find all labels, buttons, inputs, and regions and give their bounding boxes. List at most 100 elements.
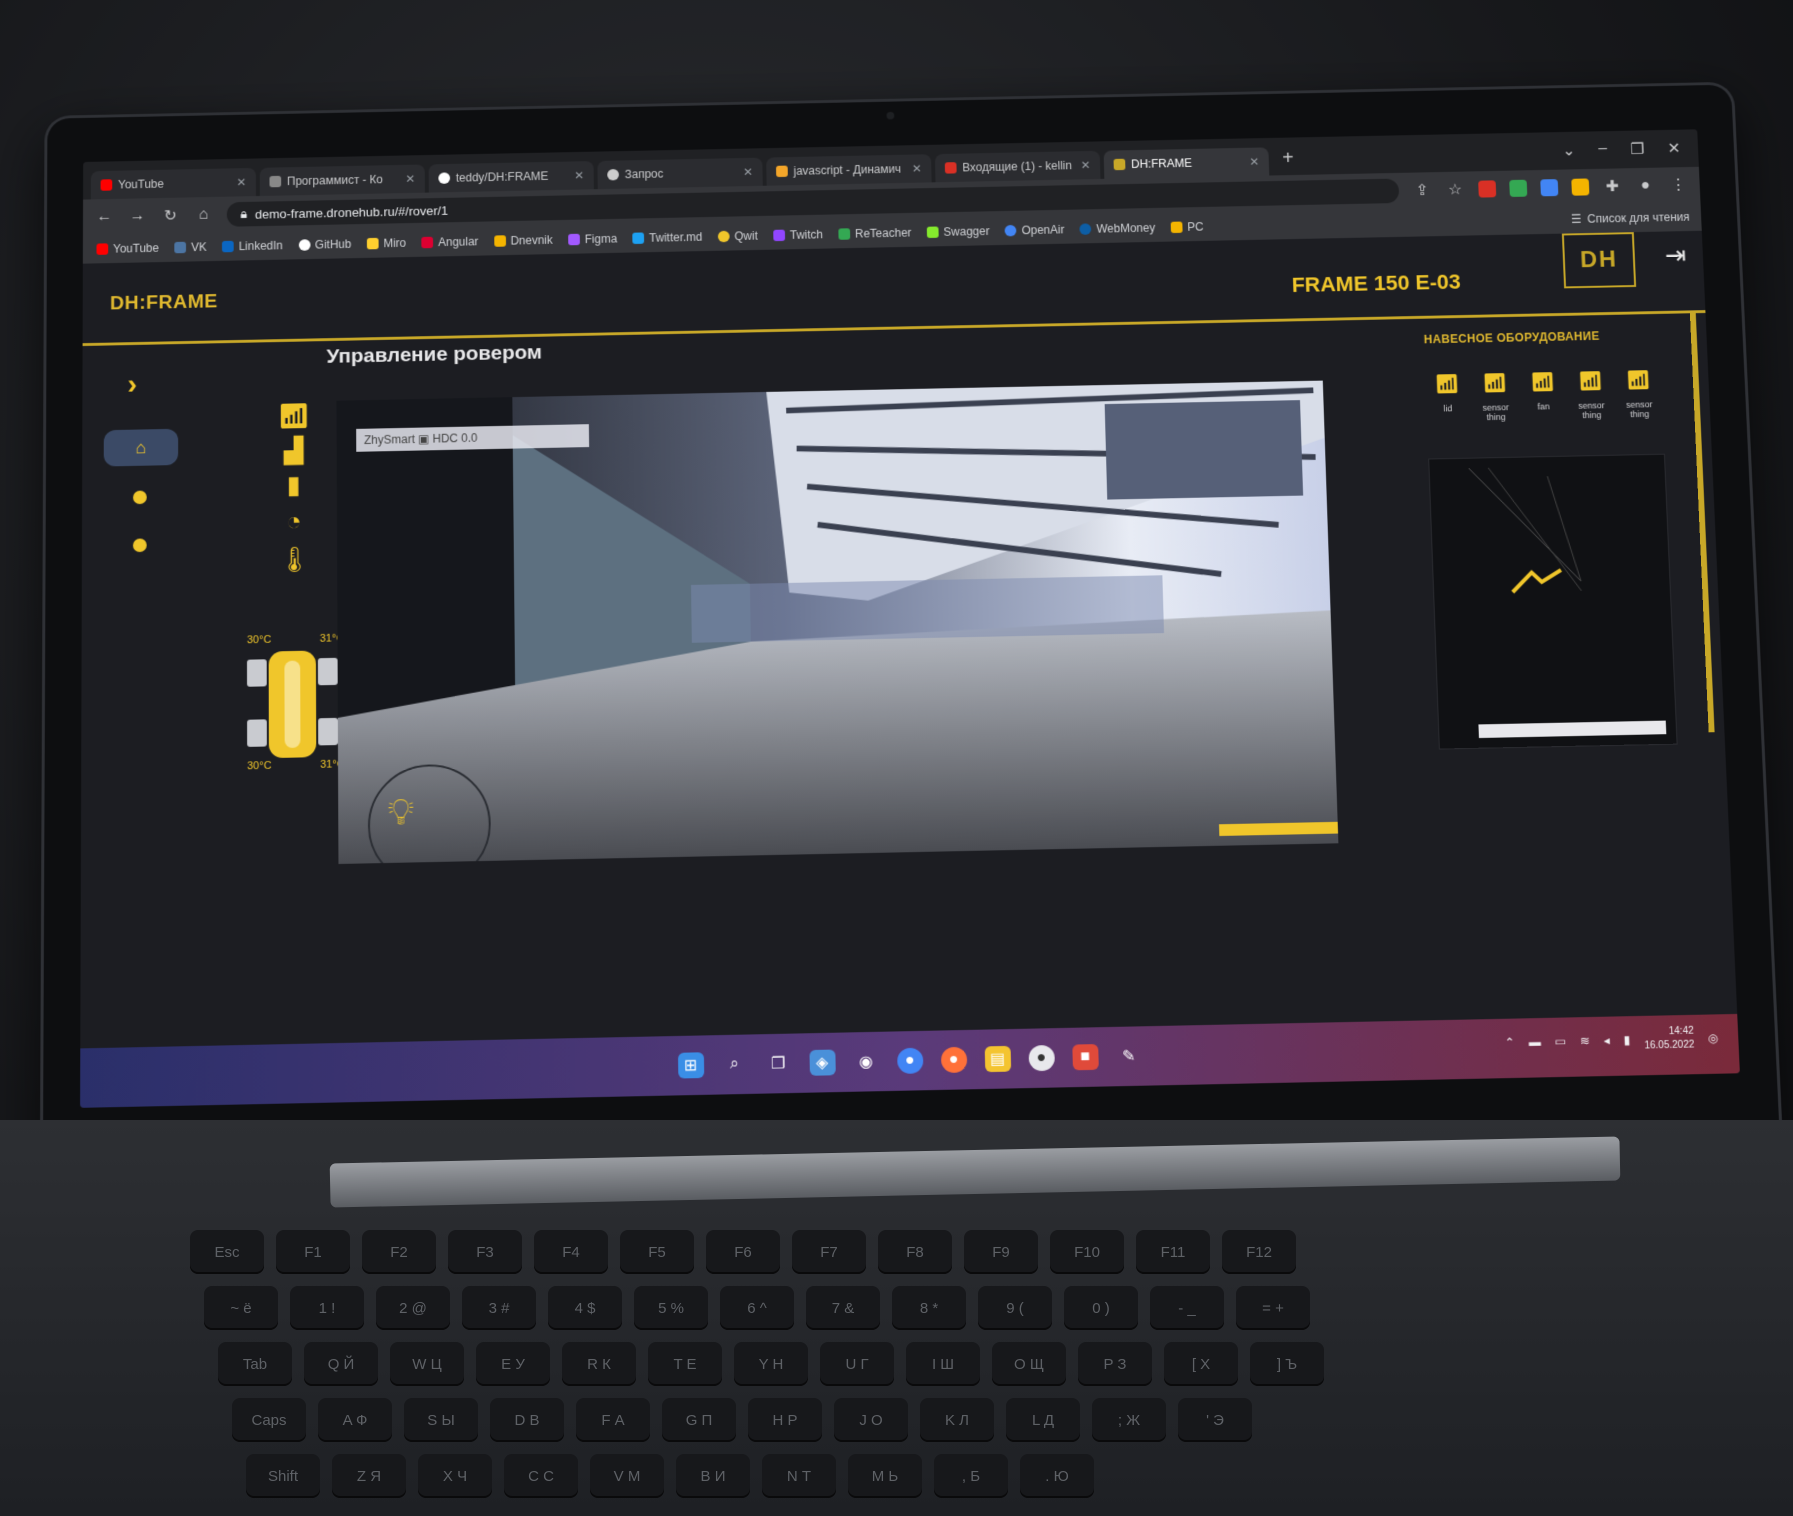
reload-icon[interactable]: ↻	[161, 206, 180, 225]
app-icon[interactable]: ■	[1071, 1044, 1099, 1071]
extensions-puzzle-icon[interactable]: ✚	[1602, 177, 1622, 196]
keyboard-key[interactable]: F8	[878, 1230, 952, 1274]
keyboard-key[interactable]: F А	[576, 1398, 650, 1442]
extension-icon[interactable]	[1571, 178, 1590, 196]
bookmark-qwit[interactable]: Qwit	[717, 229, 758, 243]
home-icon[interactable]: ⌂	[194, 206, 213, 223]
keyboard-key[interactable]: , Б	[934, 1454, 1008, 1498]
close-icon[interactable]: ✕	[236, 176, 246, 189]
keyboard-key[interactable]: A Ф	[318, 1398, 392, 1442]
keyboard-key[interactable]: 0 )	[1064, 1286, 1138, 1330]
keyboard-key[interactable]: I Ш	[906, 1342, 980, 1386]
bookmark-youtube[interactable]: YouTube	[96, 241, 159, 256]
network-icon[interactable]: ▬	[1528, 1035, 1540, 1049]
language-icon[interactable]: ▭	[1554, 1034, 1566, 1048]
keyboard-key[interactable]: C С	[504, 1454, 578, 1498]
tab-youtube[interactable]: YouTube ✕	[90, 167, 256, 200]
keyboard-key[interactable]: F6	[706, 1230, 780, 1274]
close-icon[interactable]: ✕	[743, 165, 753, 178]
keyboard-key[interactable]: T Е	[648, 1342, 722, 1386]
keyboard-key[interactable]: N Т	[762, 1454, 836, 1498]
keyboard-key[interactable]: U Г	[820, 1342, 894, 1386]
new-tab-button[interactable]: +	[1272, 148, 1304, 176]
maximize-button[interactable]: ❐	[1630, 140, 1645, 159]
attachment-item[interactable]: 📶︎ sensor thing	[1568, 369, 1613, 420]
chrome-icon[interactable]: ●	[896, 1047, 924, 1074]
keyboard-key[interactable]: ' Э	[1178, 1398, 1252, 1442]
chat-icon[interactable]: ◉	[853, 1049, 879, 1075]
attachment-item[interactable]: 📶︎ sensor thing	[1473, 371, 1518, 422]
keyboard-key[interactable]: Esc	[190, 1230, 264, 1274]
keyboard-key[interactable]: F4	[534, 1230, 608, 1274]
rover-camera-feed[interactable]: ZhySmart ▣ HDC 0.0 💡︎	[336, 380, 1339, 864]
keyboard-key[interactable]: L Д	[1006, 1398, 1080, 1442]
bookmark-linkedin[interactable]: LinkedIn	[222, 239, 283, 253]
keyboard-key[interactable]: ; Ж	[1092, 1398, 1166, 1442]
extension-icon[interactable]	[1509, 179, 1528, 197]
keyboard-key[interactable]: B И	[676, 1454, 750, 1498]
video-control-bar[interactable]	[1219, 821, 1339, 836]
notifications-icon[interactable]: ◎	[1708, 1031, 1719, 1045]
forward-icon[interactable]: →	[128, 208, 147, 225]
lightbulb-icon[interactable]: 💡︎	[388, 792, 415, 834]
minimize-button[interactable]: –	[1598, 141, 1607, 160]
keyboard-key[interactable]: F1	[276, 1230, 350, 1274]
bookmark-dnevnik[interactable]: Dnevnik	[493, 233, 553, 247]
tab-search-button[interactable]: ⌄	[1562, 141, 1576, 160]
keyboard-key[interactable]: H Р	[748, 1398, 822, 1442]
bookmark-reteacher[interactable]: ReTeacher	[838, 226, 912, 241]
bookmark-pc[interactable]: PC	[1170, 220, 1204, 234]
keyboard-key[interactable]: W Ц	[390, 1342, 464, 1386]
keyboard-key[interactable]: = +	[1236, 1286, 1310, 1330]
bookmark-swagger[interactable]: Swagger	[926, 224, 990, 239]
keyboard-key[interactable]: Z Я	[332, 1454, 406, 1498]
tab-request[interactable]: Запрос ✕	[597, 157, 763, 190]
keyboard-key[interactable]: ~ ё	[204, 1286, 278, 1330]
keyboard-key[interactable]: F5	[620, 1230, 694, 1274]
firefox-icon[interactable]: ●	[940, 1046, 967, 1074]
reading-list-button[interactable]: ☰ Список для чтения	[1571, 210, 1702, 226]
lidar-minimap[interactable]	[1428, 453, 1678, 750]
keyboard-key[interactable]: . Ю	[1020, 1454, 1094, 1498]
keyboard-key[interactable]: 8 *	[892, 1286, 966, 1330]
keyboard-key[interactable]: Q Й	[304, 1342, 378, 1386]
keyboard-key[interactable]: 2 @	[376, 1286, 450, 1330]
tab-github[interactable]: teddy/DH:FRAME ✕	[428, 161, 594, 193]
bookmark-twitch[interactable]: Twitch	[773, 228, 823, 242]
tab-programmer[interactable]: Программист - Ко ✕	[259, 164, 425, 196]
keyboard-key[interactable]: F12	[1222, 1230, 1296, 1274]
start-menu-icon[interactable]: ⊞	[677, 1052, 704, 1079]
keyboard-key[interactable]: - _	[1150, 1286, 1224, 1330]
keyboard-key[interactable]: 4 $	[548, 1286, 622, 1330]
battery-icon[interactable]: ▮	[1623, 1033, 1630, 1047]
expand-chevron-icon[interactable]: ›	[127, 369, 137, 402]
keyboard-key[interactable]: 1 !	[290, 1286, 364, 1330]
wifi-icon[interactable]: ≋	[1580, 1034, 1591, 1048]
bookmark-angular[interactable]: Angular	[421, 235, 478, 249]
keyboard-key[interactable]: V М	[590, 1454, 664, 1498]
bookmark-vk[interactable]: VK	[174, 240, 207, 254]
keyboard-key[interactable]: G П	[662, 1398, 736, 1442]
keyboard-key[interactable]: O Щ	[992, 1342, 1066, 1386]
widgets-icon[interactable]: ◈	[808, 1049, 836, 1076]
star-icon[interactable]: ☆	[1445, 180, 1465, 199]
share-icon[interactable]: ⇪	[1412, 181, 1432, 200]
search-icon[interactable]: ⌕	[721, 1051, 747, 1077]
keyboard-key[interactable]: D В	[490, 1398, 564, 1442]
keyboard-key[interactable]: Y Н	[734, 1342, 808, 1386]
keyboard-key[interactable]: F7	[792, 1230, 866, 1274]
keyboard-key[interactable]: R К	[562, 1342, 636, 1386]
keyboard-key[interactable]: F2	[362, 1230, 436, 1274]
keyboard-key[interactable]: ] Ъ	[1250, 1342, 1324, 1386]
tab-gmail[interactable]: Входящие (1) - kellin ✕	[934, 150, 1101, 183]
back-icon[interactable]: ←	[95, 208, 114, 225]
volume-icon[interactable]: ◂	[1604, 1033, 1611, 1047]
keyboard-key[interactable]: F9	[964, 1230, 1038, 1274]
keyboard-key[interactable]: [ Х	[1164, 1342, 1238, 1386]
keyboard-key[interactable]: Tab	[218, 1342, 292, 1386]
file-explorer-icon[interactable]: ▤	[984, 1045, 1011, 1073]
close-icon[interactable]: ✕	[405, 172, 415, 185]
bookmark-github[interactable]: GitHub	[298, 237, 351, 251]
keyboard-key[interactable]: F3	[448, 1230, 522, 1274]
keyboard-key[interactable]: E У	[476, 1342, 550, 1386]
